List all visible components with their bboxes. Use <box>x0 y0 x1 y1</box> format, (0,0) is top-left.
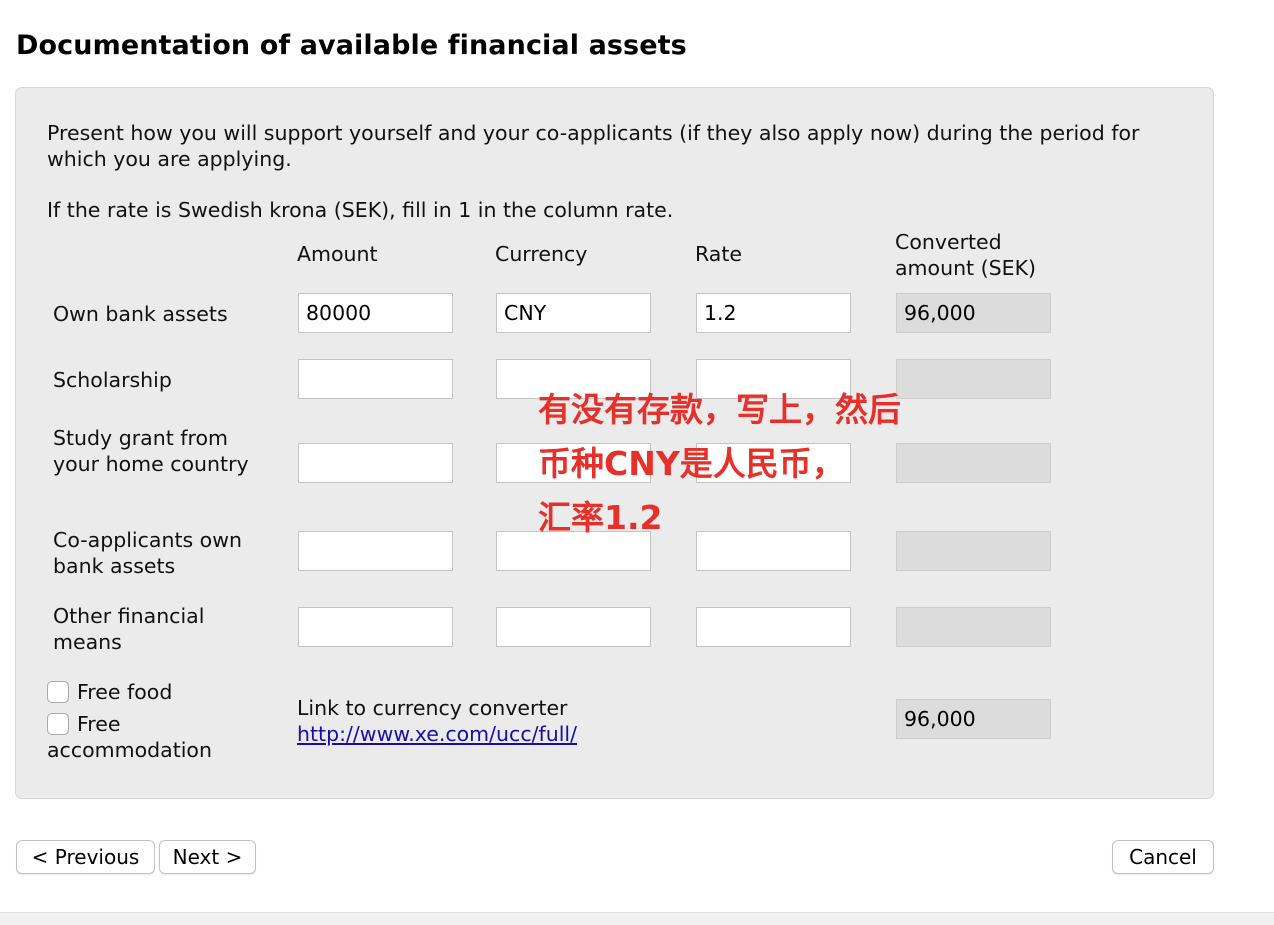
scholarship-converted-field <box>896 359 1051 399</box>
study-grant-converted-field <box>896 443 1051 483</box>
row-label-own-bank-assets: Own bank assets <box>53 302 228 326</box>
total-converted-field <box>896 699 1051 739</box>
co-applicants-rate-input[interactable] <box>696 531 851 571</box>
free-accommodation-checkbox[interactable] <box>47 713 69 735</box>
row-label-scholarship: Scholarship <box>53 368 172 392</box>
co-applicants-amount-input[interactable] <box>298 531 453 571</box>
currency-converter-link[interactable]: http://www.xe.com/ucc/full/ <box>297 721 577 747</box>
free-food-checkbox[interactable] <box>47 681 69 703</box>
other-means-rate-input[interactable] <box>696 607 851 647</box>
row-label-other-financial-means: Other financial means <box>53 604 205 654</box>
scholarship-amount-input[interactable] <box>298 359 453 399</box>
column-header-converted-line2: amount (SEK) <box>895 256 1037 280</box>
column-header-amount: Amount <box>297 242 378 266</box>
next-button[interactable]: Next > <box>159 840 256 874</box>
column-header-rate: Rate <box>695 242 743 266</box>
cancel-button[interactable]: Cancel <box>1112 840 1214 874</box>
bottom-bar <box>0 912 1274 925</box>
study-grant-amount-input[interactable] <box>298 443 453 483</box>
intro-text: Present how you will support yourself an… <box>47 121 1140 171</box>
scholarship-rate-input[interactable] <box>696 359 851 399</box>
column-header-converted-line1: Converted <box>895 230 1002 254</box>
own-bank-assets-converted-field <box>896 293 1051 333</box>
currency-converter-section: Link to currency converter http://www.xe… <box>297 695 577 747</box>
previous-button[interactable]: < Previous <box>16 840 155 874</box>
currency-converter-label: Link to currency converter <box>297 696 568 720</box>
scholarship-currency-input[interactable] <box>496 359 651 399</box>
study-grant-rate-input[interactable] <box>696 443 851 483</box>
other-means-amount-input[interactable] <box>298 607 453 647</box>
own-bank-assets-rate-input[interactable] <box>696 293 851 333</box>
row-label-co-applicants-bank-assets: Co-applicants own bank assets <box>53 528 242 578</box>
free-accommodation-label-line2: accommodation <box>47 738 212 762</box>
row-label-study-grant: Study grant from your home country <box>53 426 249 476</box>
financial-assets-panel: Present how you will support yourself an… <box>15 87 1214 799</box>
co-applicants-converted-field <box>896 531 1051 571</box>
column-header-converted: Converted amount (SEK) <box>895 229 1036 281</box>
column-header-currency: Currency <box>495 242 588 266</box>
own-bank-assets-amount-input[interactable] <box>298 293 453 333</box>
study-grant-currency-input[interactable] <box>496 443 651 483</box>
free-food-option[interactable]: Free food <box>47 679 172 705</box>
page-title: Documentation of available financial ass… <box>16 30 687 61</box>
other-means-converted-field <box>896 607 1051 647</box>
free-accommodation-option[interactable]: Free accommodation <box>47 711 212 763</box>
rate-note: If the rate is Swedish krona (SEK), fill… <box>47 198 674 222</box>
free-accommodation-label-line1: Free <box>77 712 121 736</box>
co-applicants-currency-input[interactable] <box>496 531 651 571</box>
other-means-currency-input[interactable] <box>496 607 651 647</box>
free-food-label: Free food <box>77 680 173 704</box>
own-bank-assets-currency-input[interactable] <box>496 293 651 333</box>
